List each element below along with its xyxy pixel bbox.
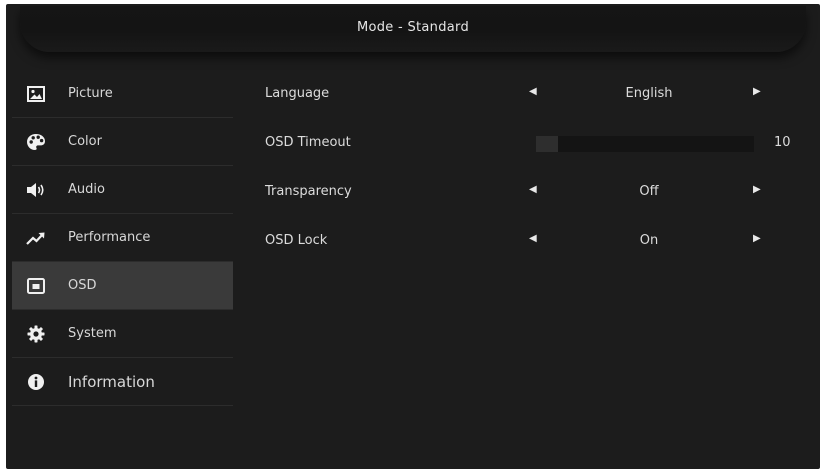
osd-timeout-value: 10: [774, 135, 791, 150]
osd-timeout-label: OSD Timeout: [265, 135, 351, 150]
transparency-label: Transparency: [265, 184, 352, 199]
sidebar-item-information[interactable]: Information: [12, 358, 233, 406]
header-bar: Mode - Standard: [20, 6, 806, 52]
sidebar-item-color[interactable]: Color: [12, 118, 233, 166]
mode-title: Mode - Standard: [356, 20, 470, 35]
setting-row-osd-timeout[interactable]: OSD Timeout 10: [259, 123, 819, 172]
sidebar-item-audio[interactable]: Audio: [12, 166, 233, 214]
sidebar-item-label: Color: [68, 134, 102, 149]
sidebar-item-performance[interactable]: Performance: [12, 214, 233, 262]
sidebar-item-system[interactable]: System: [12, 310, 233, 358]
info-icon: [26, 372, 46, 392]
right-arrow-icon[interactable]: ▶: [753, 86, 761, 97]
language-label: Language: [265, 86, 330, 101]
left-arrow-icon[interactable]: ◀: [529, 233, 537, 244]
sidebar-item-label: System: [68, 326, 117, 341]
slider-fill: [536, 136, 558, 152]
sidebar-item-picture[interactable]: Picture: [12, 70, 233, 118]
setting-row-language[interactable]: Language ◀ English ▶: [259, 74, 819, 123]
language-value: English: [625, 86, 673, 101]
speaker-icon: [26, 180, 46, 200]
sidebar-item-osd[interactable]: OSD: [12, 262, 233, 310]
osd-timeout-slider[interactable]: [536, 136, 754, 152]
sidebar-item-label: Picture: [68, 86, 113, 101]
sidebar-item-label: OSD: [68, 278, 97, 293]
left-arrow-icon[interactable]: ◀: [529, 86, 537, 97]
right-arrow-icon[interactable]: ▶: [753, 184, 761, 195]
sidebar-item-label: Information: [68, 372, 155, 391]
osd-lock-label: OSD Lock: [265, 233, 328, 248]
sidebar: Picture Color Audio Performance OSD Syst…: [12, 70, 233, 406]
trend-up-icon: [26, 228, 46, 248]
left-arrow-icon[interactable]: ◀: [529, 184, 537, 195]
picture-icon: [26, 84, 46, 104]
osd-menu: Mode - Standard Picture Color Audio Perf…: [6, 4, 820, 469]
osd-lock-value: On: [639, 233, 659, 248]
gear-icon: [26, 324, 46, 344]
right-arrow-icon[interactable]: ▶: [753, 233, 761, 244]
sidebar-item-label: Audio: [68, 182, 105, 197]
osd-window-icon: [26, 276, 46, 296]
transparency-value: Off: [639, 184, 659, 199]
palette-icon: [26, 132, 46, 152]
setting-row-transparency[interactable]: Transparency ◀ Off ▶: [259, 172, 819, 221]
sidebar-item-label: Performance: [68, 230, 151, 245]
osd-settings-panel: Language ◀ English ▶ OSD Timeout 10 Tran…: [259, 74, 819, 270]
setting-row-osd-lock[interactable]: OSD Lock ◀ On ▶: [259, 221, 819, 270]
